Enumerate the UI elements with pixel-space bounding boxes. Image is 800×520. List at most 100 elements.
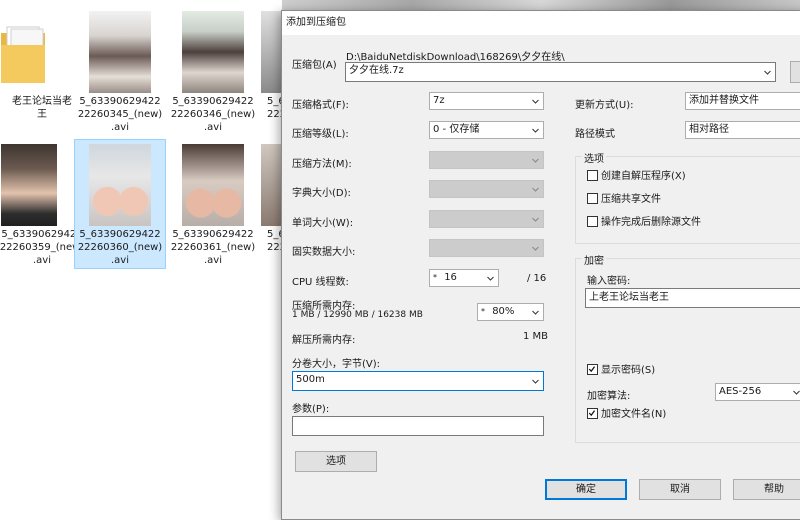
chevron-down-icon [764,70,771,75]
update-mode-value: 添加并替换文件 [689,95,759,106]
file-name: 5_63390629422 22260360_(new) .avi [77,229,163,266]
cpu-threads-label: CPU 线程数: [292,277,349,288]
show-password-label: 显示密码(S) [601,365,656,376]
archive-label: 压缩包(A) [292,60,337,71]
archive-path: D:\BaiduNetdiskDownload\168269\夕夕在线\ [346,52,565,63]
create-sfx-checkbox[interactable]: 创建自解压程序(X) [587,170,686,184]
format-value: 7z [433,95,445,106]
path-mode-select[interactable]: 相对路径 [685,121,800,139]
video-thumbnail [89,144,151,226]
encryption-method-value: AES-256 [719,386,762,397]
cpu-threads-value: 16 [444,272,457,283]
help-button[interactable]: 帮助 [733,479,800,500]
background-thumbnail-strip [282,0,800,10]
checkbox-box [587,216,598,227]
checkbox-box [587,193,598,204]
password-label: 输入密码: [587,276,631,287]
password-input[interactable]: 上老王论坛当老王 [585,288,800,308]
encrypt-filenames-checkbox[interactable]: 加密文件名(N) [587,408,666,422]
encryption-method-select[interactable]: AES-256 [715,383,800,401]
file-name: 5_63390629422 22260346_(new) .avi [170,96,256,133]
file-item-video[interactable]: 5_63390629422 22260346_(new) .avi [167,6,259,136]
delete-after-label: 操作完成后删除源文件 [601,217,701,228]
encryption-method-label: 加密算法: [587,391,631,402]
chevron-down-icon [532,246,539,251]
cancel-button[interactable]: 取消 [639,479,721,500]
path-mode-value: 相对路径 [689,124,729,135]
compress-shared-label: 压缩共享文件 [601,194,661,205]
file-item-video[interactable]: 5_63390629422 22260359_(new) .avi [0,139,84,269]
options-group-title: 选项 [582,150,606,165]
method-label: 压缩方法(M): [292,159,352,170]
archive-name-combo[interactable]: 夕夕在线.7z [345,62,776,82]
file-item-video[interactable]: 5_6 222 [252,6,286,136]
video-thumbnail [261,144,283,226]
checkbox-box [587,408,598,419]
level-select[interactable]: 0 - 仅存储 [429,121,544,139]
dictionary-size-label: 字典大小(D): [292,188,351,199]
file-name: 5_63390629422 22260361_(new) .avi [170,229,256,266]
chevron-down-icon [532,158,539,163]
parameters-input[interactable] [292,416,544,436]
decompression-memory-label: 解压所需内存: [292,335,356,346]
create-sfx-label: 创建自解压程序(X) [601,171,686,182]
file-item-video[interactable]: 5_63390629422 22260345_(new) .avi [74,6,166,136]
file-item-video[interactable]: 5_63390629422 22260361_(new) .avi [167,139,259,269]
cpu-threads-total: / 16 [527,273,547,284]
checkmark-icon [588,366,596,373]
format-select[interactable]: 7z [429,92,544,110]
word-size-select[interactable] [429,210,544,228]
video-thumbnail [1,144,57,226]
volume-size-value: 500m [296,374,325,385]
video-thumbnail [89,11,151,93]
solid-block-label: 固实数据大小: [292,247,356,258]
chevron-down-icon [532,128,539,133]
asterisk-mark: * [433,273,437,282]
options-button[interactable]: 选项 [295,451,377,472]
file-name: 5_63390629422 22260345_(new) .avi [77,96,163,133]
file-item-video[interactable]: 5_63390629422 22260360_(new) .avi [74,139,166,269]
encryption-group-title: 加密 [582,252,606,267]
decompression-memory-value: 1 MB [523,331,549,342]
solid-block-select[interactable] [429,239,544,257]
checkbox-box [587,364,598,375]
level-value: 0 - 仅存储 [433,124,480,135]
ok-button[interactable]: 确定 [545,479,627,500]
chevron-down-icon [487,276,494,281]
chevron-down-icon [532,187,539,192]
dictionary-size-select[interactable] [429,180,544,198]
chevron-down-icon [532,217,539,222]
parameters-label: 参数(P): [292,404,330,415]
format-label: 压缩格式(F): [292,100,349,111]
video-thumbnail [182,144,244,226]
memory-percent-value: 80% [492,306,515,317]
folder-icon [1,26,45,83]
volume-size-label: 分卷大小，字节(V): [292,359,381,370]
encrypt-filenames-label: 加密文件名(N) [601,409,667,420]
file-item-folder[interactable]: 老王论坛当老 王 [0,6,72,136]
browse-button[interactable] [790,61,800,83]
video-thumbnail [182,11,244,93]
compress-shared-checkbox[interactable]: 压缩共享文件 [587,193,661,207]
volume-size-combo[interactable]: 500m [292,371,544,391]
method-select[interactable] [429,151,544,169]
add-to-archive-dialog: 添加到压缩包 压缩包(A) D:\BaiduNetdiskDownload\16… [281,10,800,520]
chevron-down-icon [532,310,539,315]
archive-name-value: 夕夕在线.7z [349,65,404,76]
path-mode-label: 路径模式 [575,129,615,140]
asterisk-mark: * [481,307,485,316]
cpu-threads-select[interactable]: * 16 [429,269,499,287]
show-password-checkbox[interactable]: 显示密码(S) [587,364,655,378]
file-item-video[interactable]: 5_6 222 [252,139,286,269]
word-size-label: 单词大小(W): [292,218,354,229]
delete-after-checkbox[interactable]: 操作完成后删除源文件 [587,216,701,230]
compression-memory-detail: 1 MB / 12990 MB / 16238 MB [292,310,423,320]
checkbox-box [587,170,598,181]
chevron-down-icon [793,390,800,395]
chevron-down-icon [532,379,539,384]
dialog-title: 添加到压缩包 [282,11,800,35]
level-label: 压缩等级(L): [292,129,349,140]
update-mode-select[interactable]: 添加并替换文件 [685,92,800,110]
memory-percent-select[interactable]: * 80% [477,303,544,321]
update-mode-label: 更新方式(U): [575,100,634,111]
